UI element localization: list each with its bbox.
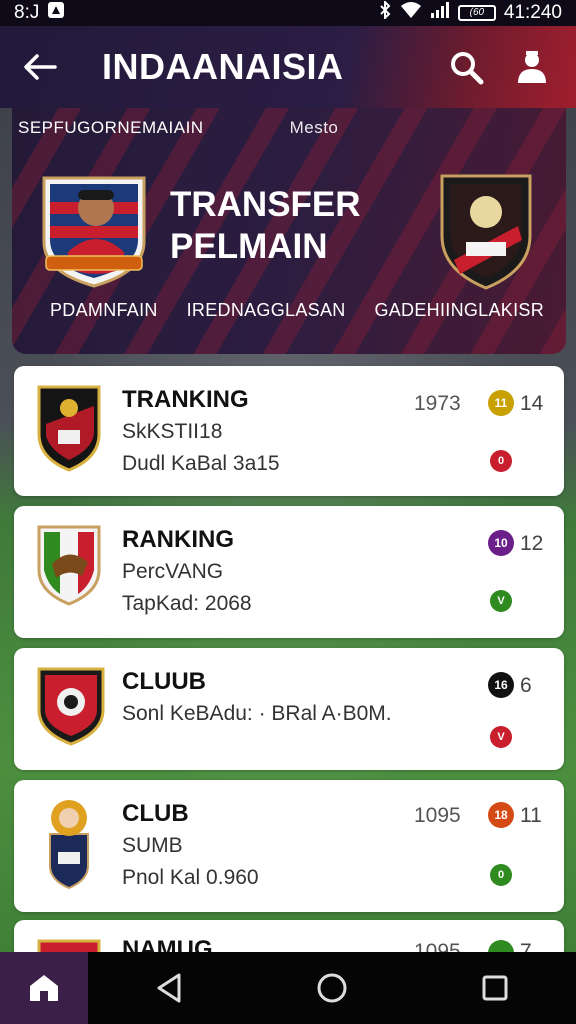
back-button[interactable] [0,26,80,108]
nav-recents-button[interactable] [413,952,576,1024]
profile-button[interactable] [508,43,556,91]
hero-tabs: PDAMNFAIN IREDNAGGLASAN GADEHIINGLAKISR [12,300,566,321]
signal-icon [430,1,450,25]
recents-square-icon [482,975,508,1001]
bluetooth-icon [378,0,392,25]
card-title: CLUUB [122,668,206,695]
hero-tab-2[interactable]: GADEHIINGLAKISR [374,300,544,321]
card-year: 1095 [414,804,461,827]
club-crest-icon [36,794,102,895]
club-crest-icon [36,384,102,477]
club-crest-badge [438,170,534,297]
club-crest-icon [36,666,106,751]
card-title: CLUB [122,800,189,827]
status-bar: 8:J (60 41:240 [0,0,576,26]
club-card[interactable]: CLUB SUMB Pnol Kal 0.960 1095 18 11 0 [14,780,564,912]
card-line1: SkKSTII18 [122,420,223,443]
hero-title: TRANSFER PELMAIN [170,184,361,268]
rank-badge: 10 [488,530,514,556]
hero-tab-1[interactable]: IREDNAGGLASAN [187,300,346,321]
rank-badge: 18 [488,802,514,828]
card-line1: SUMB [122,834,183,857]
player-crest-badge [38,172,150,293]
hero-title-line1: TRANSFER [170,185,361,224]
club-card[interactable]: CLUUB Sonl KeBAdu: · BRal A·B0M. 16 6 V [14,648,564,770]
club-crest-icon [36,524,102,611]
search-icon [451,52,484,85]
notification-icon [47,1,65,25]
status-icon: V [490,726,512,748]
nav-back-button[interactable] [88,952,251,1024]
rank-number: 14 [520,392,544,415]
card-line2: Dudl KaBal 3a15 [122,452,280,475]
club-card[interactable]: RANKING PercVANG TapKad: 2068 10 12 V [14,506,564,638]
hero-title-line2: PELMAIN [170,227,328,266]
battery-icon: (60 [457,5,496,21]
transfer-hero-banner[interactable]: SEPFUGORNEMAIAIN Mesto TRANSFER PELMAIN … [12,108,566,354]
card-year: 1973 [414,392,461,415]
profile-icon [518,51,546,83]
app-title: INDAANAISIA [102,46,344,87]
status-icon: V [490,590,512,612]
card-line2: TapKad: 2068 [122,592,252,615]
card-line2: Pnol Kal 0.960 [122,866,259,889]
card-title: RANKING [122,526,234,553]
status-icon: 0 [490,864,512,886]
app-bar: INDAANAISIA [0,26,576,108]
card-line1: PercVANG [122,560,224,583]
rank-number: 6 [520,674,532,697]
card-title: TRANKING [122,386,249,413]
club-card[interactable]: TRANKING SkKSTII18 Dudl KaBal 3a15 1973 … [14,366,564,496]
system-nav-bar [0,952,576,1024]
rank-badge: 16 [488,672,514,698]
status-time: 8:J [14,2,40,23]
card-line1: Sonl KeBAdu: · BRal A·B0M. [122,702,392,725]
home-icon [30,975,58,1001]
status-icon: 0 [490,450,512,472]
hero-tab-0[interactable]: PDAMNFAIN [50,300,158,321]
home-tab-button[interactable] [0,952,88,1024]
rank-badge: 11 [488,390,514,416]
hero-top-sub: Mesto [289,118,339,137]
rank-number: 12 [520,532,544,555]
rank-number: 11 [520,804,542,827]
back-arrow-icon [24,54,57,80]
hero-top-label: SEPFUGORNEMAIAIN [18,118,204,137]
home-circle-icon [317,973,347,1003]
wifi-icon [400,1,422,25]
back-triangle-icon [157,973,181,1003]
search-button[interactable] [442,43,490,91]
nav-home-button[interactable] [251,952,414,1024]
status-clock: 41:240 [503,2,562,23]
